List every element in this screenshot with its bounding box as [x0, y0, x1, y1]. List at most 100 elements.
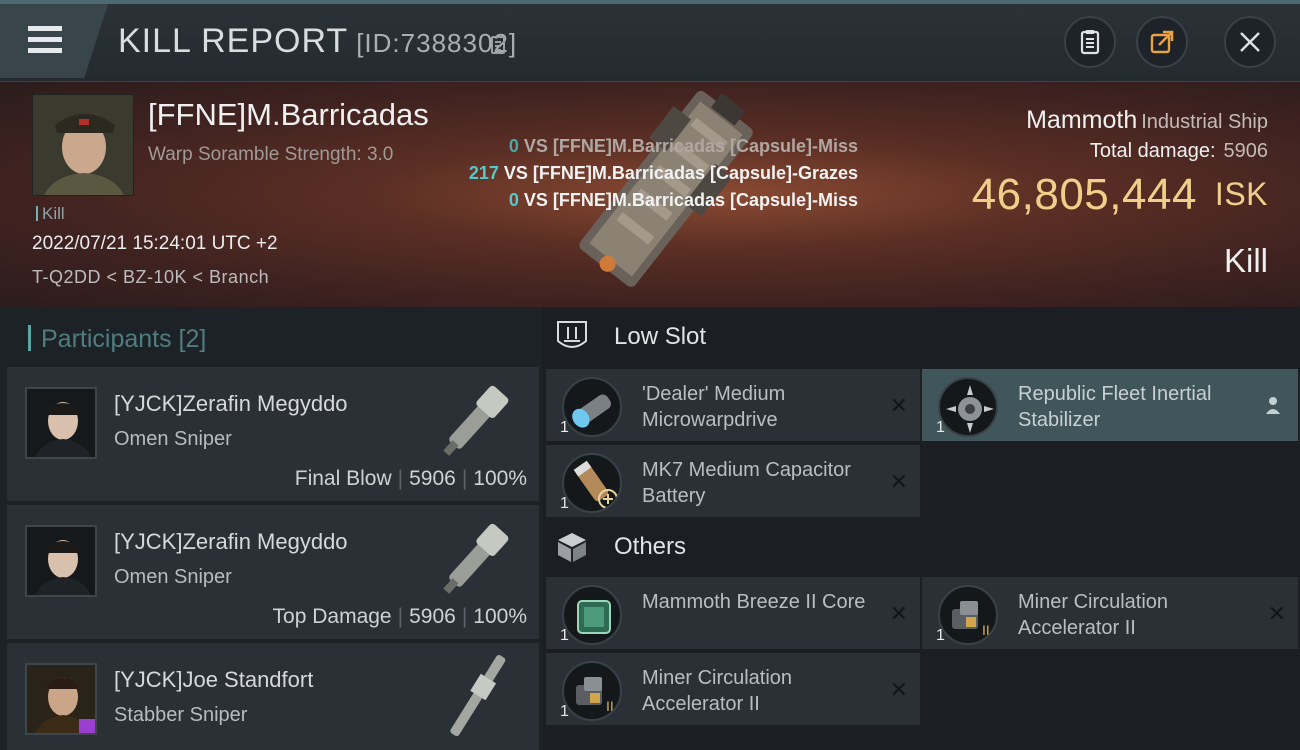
participant-name: [YJCK]Zerafin Megyddo: [114, 529, 348, 554]
participant-ship: Stabber Sniper: [114, 704, 248, 726]
participant-card[interactable]: [YJCK]Zerafin Megyddo Omen Sniper Top Da…: [7, 505, 539, 639]
close-button[interactable]: [1224, 16, 1276, 68]
isk-value: 46,805,444 ISK: [972, 170, 1268, 220]
item-quantity: 1: [936, 627, 945, 644]
close-icon: [1240, 32, 1260, 52]
destroyed-icon: ✕: [889, 601, 908, 626]
item-quantity: 1: [560, 703, 569, 720]
participant-damage: 5906: [409, 605, 456, 628]
capacitor-battery-icon: [562, 453, 622, 513]
victim-name[interactable]: [FFNE]M.Barricadas: [148, 97, 429, 133]
participant-damage: 5906: [409, 467, 456, 490]
low-slot-icon: [542, 307, 602, 367]
participants-heading: Participants [2]: [28, 325, 206, 354]
ship-class: Industrial Ship: [1141, 111, 1268, 133]
kill-datetime: 2022/07/21 15:24:01 UTC +2: [32, 233, 278, 254]
participants-panel: Participants [2] [YJCK]Zerafin Megyddo O…: [0, 307, 542, 750]
menu-button[interactable]: [0, 4, 108, 78]
hit-row: 0 VS [FFNE]M.Barricadas [Capsule]-Miss: [420, 187, 858, 214]
others-label: Others: [614, 533, 687, 560]
hit-row: 217 VS [FFNE]M.Barricadas [Capsule]-Graz…: [420, 160, 858, 187]
hit-row: 0 VS [FFNE]M.Barricadas [Capsule]-Miss: [420, 133, 858, 160]
victim-portrait[interactable]: [32, 94, 134, 196]
participant-percent: 100%: [473, 605, 527, 628]
title-text: KILL REPORT: [118, 22, 349, 60]
circulation-accelerator-icon: II: [562, 661, 622, 721]
kill-tag: Kill: [36, 204, 65, 224]
item-quantity: 1: [560, 627, 569, 644]
participant-role: Top Damage: [272, 605, 392, 628]
destroyed-icon: ✕: [889, 677, 908, 702]
participant-ship: Omen Sniper: [114, 428, 232, 450]
destroyed-icon: ✕: [889, 469, 908, 494]
total-damage-value: 5906: [1223, 140, 1269, 162]
participant-avatar: [25, 525, 97, 597]
item-card[interactable]: II 1 Miner Circulation Accelerator II ✕: [546, 653, 920, 725]
participant-name: [YJCK]Zerafin Megyddo: [114, 391, 348, 416]
header-bar: KILL REPORT [ID:7388302]: [0, 0, 1300, 82]
inertial-stabilizer-icon: [938, 377, 998, 437]
copy-icon[interactable]: [491, 36, 505, 54]
participant-role: Final Blow: [294, 467, 392, 490]
participant-card[interactable]: [YJCK]Joe Standfort Stabber Sniper: [7, 643, 539, 750]
hit-text: VS [FFNE]M.Barricadas [Capsule]-Miss: [523, 136, 858, 156]
item-quantity: 1: [560, 419, 569, 436]
item-card[interactable]: 1 'Dealer' Medium Microwarpdrive ✕: [546, 369, 920, 441]
participant-avatar: [25, 387, 97, 459]
item-quantity: 1: [560, 495, 569, 512]
result-label: Kill: [1223, 242, 1268, 279]
svg-text:II: II: [606, 698, 614, 714]
participant-card[interactable]: [YJCK]Zerafin Megyddo Omen Sniper Final …: [7, 367, 539, 501]
item-name: Mammoth Breeze II Core: [642, 591, 866, 613]
participant-name: [YJCK]Joe Standfort: [114, 667, 314, 692]
low-slot-header: Low Slot: [542, 307, 1300, 367]
person-icon[interactable]: [1264, 395, 1282, 415]
hit-log: 0 VS [FFNE]M.Barricadas [Capsule]-Miss 2…: [420, 133, 858, 214]
share-icon: [1150, 30, 1174, 54]
kill-banner: [FFNE]M.Barricadas Warp Soramble Strengt…: [0, 82, 1300, 307]
hit-damage: 0: [508, 190, 519, 210]
item-name: 'Dealer' Medium Microwarpdrive: [642, 383, 786, 431]
warp-scramble-strength: Warp Soramble Strength: 3.0: [148, 144, 394, 165]
clipboard-icon: [1080, 30, 1100, 55]
item-name: Republic Fleet Inertial Stabilizer: [1018, 383, 1212, 431]
breeze-core-icon: [562, 585, 622, 645]
others-header: Others: [542, 517, 1300, 577]
isk-unit: ISK: [1214, 176, 1268, 212]
isk-amount: 46,805,444: [971, 170, 1197, 219]
participant-ship: Omen Sniper: [114, 566, 232, 588]
microwarpdrive-icon: [562, 377, 622, 437]
participant-stats: Final Blow | 5906 | 100%: [294, 467, 527, 490]
victim-avatar: [33, 95, 133, 195]
ship-type-name: Mammoth: [1026, 106, 1138, 134]
share-button[interactable]: [1136, 16, 1188, 68]
item-card[interactable]: II 1 Miner Circulation Accelerator II ✕: [922, 577, 1298, 649]
item-name: Miner Circulation Accelerator II: [1018, 591, 1169, 639]
item-quantity: 1: [936, 419, 945, 436]
participant-percent: 100%: [473, 467, 527, 490]
item-name: MK7 Medium Capacitor Battery: [642, 459, 851, 507]
participant-avatar: [25, 663, 97, 735]
participant-stats: Top Damage | 5906 | 100%: [272, 605, 527, 628]
item-name: Miner Circulation Accelerator II: [642, 667, 793, 715]
destroyed-icon: ✕: [1267, 601, 1286, 626]
total-damage: Total damage: 5906: [1090, 140, 1268, 163]
items-panel: Low Slot 1 'Dealer' Medium Microwarpdriv…: [542, 307, 1300, 750]
item-card[interactable]: 1 Mammoth Breeze II Core ✕: [546, 577, 920, 649]
item-card[interactable]: 1 MK7 Medium Capacitor Battery ✕: [546, 445, 920, 517]
hit-damage: 217: [468, 163, 499, 183]
page-title: KILL REPORT [ID:7388302]: [118, 22, 517, 61]
location-route[interactable]: T-Q2DD < BZ-10K < Branch: [32, 267, 269, 288]
total-damage-label: Total damage:: [1089, 140, 1216, 162]
clipboard-button[interactable]: [1064, 16, 1116, 68]
hit-text: VS [FFNE]M.Barricadas [Capsule]-Miss: [523, 190, 858, 210]
low-slot-label: Low Slot: [614, 323, 707, 350]
hit-text: VS [FFNE]M.Barricadas [Capsule]-Grazes: [503, 163, 858, 183]
svg-text:II: II: [982, 622, 990, 638]
item-card[interactable]: 1 Republic Fleet Inertial Stabilizer: [922, 369, 1298, 441]
circulation-accelerator-icon: II: [938, 585, 998, 645]
weapon-icon: [443, 385, 509, 456]
ship-name[interactable]: Mammoth Industrial Ship: [1026, 106, 1268, 135]
hit-damage: 0: [508, 136, 519, 156]
destroyed-icon: ✕: [889, 393, 908, 418]
